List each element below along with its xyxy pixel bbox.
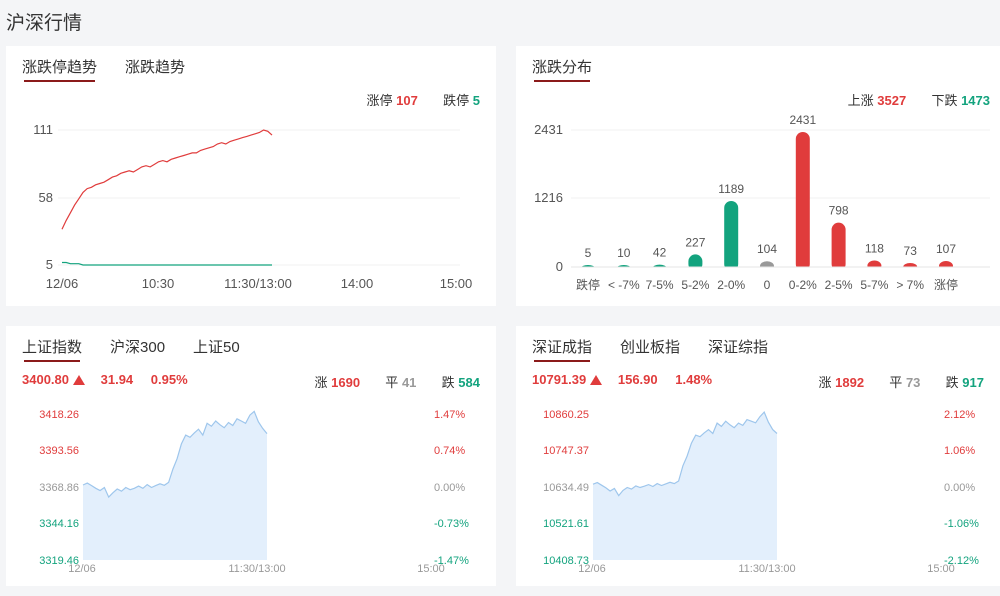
- limit-trend-chart: 111 58 5 12/06 10:30 11:30/13:00 14:00 1…: [33, 122, 473, 291]
- category-label: > 7%: [896, 278, 924, 292]
- bar: [724, 200, 739, 271]
- category-label: 跌停: [576, 277, 600, 292]
- distribution-panel: 涨跌分布 上涨 3527 下跌 1473 2431 1216 0 5 跌停 10 < …: [516, 46, 1000, 306]
- bar-value-label: 104: [757, 242, 777, 256]
- sh-index-panel: 上证指数 沪深300 上证50 3400.80 31.94 0.95% 涨 16…: [6, 326, 496, 586]
- y-tick-top: 2431: [534, 122, 563, 137]
- series-line-0: [61, 129, 273, 230]
- category-label: 0-2%: [789, 278, 817, 292]
- category-label: 7-5%: [646, 278, 674, 292]
- y-tick-bottom: 5: [46, 257, 53, 272]
- x-tick-open: 12/06: [46, 276, 79, 291]
- y-tick-top: 111: [33, 122, 53, 137]
- sz-index-chart: 10860.25 10747.37 10634.49 10521.61 1040…: [543, 409, 979, 575]
- y-tick-mid: 58: [39, 190, 53, 205]
- x-tick-open: 12/06: [68, 563, 96, 575]
- bar-value-label: 118: [865, 241, 884, 255]
- category-label: 2-5%: [825, 278, 853, 292]
- bar-value-label: 10: [617, 246, 631, 260]
- x-tick-close: 15:00: [417, 563, 445, 575]
- left-tick-1: 3418.26: [39, 409, 79, 421]
- distribution-chart: 2431 1216 0 5 跌停 10 < -7% 42 7-5% 227 5-2% 1189 2…: [534, 113, 991, 292]
- bar-value-label: 227: [685, 235, 705, 249]
- bar-value-label: 73: [904, 244, 918, 258]
- right-tick-2: 0.74%: [434, 445, 465, 457]
- left-tick-3: 10634.49: [543, 482, 589, 494]
- index-area: [593, 412, 777, 560]
- category-label: 涨停: [934, 277, 958, 292]
- baseline-mask: [571, 267, 991, 273]
- page-title: 沪深行情: [6, 13, 83, 34]
- category-label: < -7%: [608, 278, 640, 292]
- x-tick-1030: 10:30: [142, 276, 175, 291]
- bar: [795, 132, 810, 271]
- y-tick-bottom: 0: [556, 259, 563, 274]
- bar-value-label: 107: [936, 242, 956, 256]
- left-tick-2: 10747.37: [543, 445, 589, 457]
- category-label: 2-0%: [717, 278, 745, 292]
- right-tick-1: 2.12%: [944, 409, 975, 421]
- limit-trend-panel: 涨跌停趋势 涨跌趋势 涨停 107 跌停 5 111 58 5 12/06 10…: [6, 46, 496, 306]
- bar-value-label: 798: [829, 204, 849, 218]
- right-tick-3: 0.00%: [944, 482, 975, 494]
- right-tick-1: 1.47%: [434, 409, 465, 421]
- x-tick-close: 15:00: [440, 276, 473, 291]
- bar-value-label: 42: [653, 246, 667, 260]
- category-label: 5-7%: [860, 278, 888, 292]
- x-tick-open: 12/06: [578, 563, 606, 575]
- bar-value-label: 5: [585, 246, 592, 260]
- x-tick-1400: 14:00: [341, 276, 374, 291]
- sh-index-chart: 3418.26 3393.56 3368.86 3344.16 3319.46 …: [39, 409, 469, 575]
- index-area: [83, 411, 267, 560]
- left-tick-4: 3344.16: [39, 518, 79, 530]
- series-line-1: [62, 261, 272, 266]
- x-tick-midday: 11:30/13:00: [224, 276, 292, 291]
- bar: [831, 222, 846, 271]
- left-tick-4: 10521.61: [543, 518, 589, 530]
- x-tick-midday: 11:30/13:00: [738, 563, 795, 575]
- bar-value-label: 1189: [718, 182, 744, 196]
- left-tick-2: 3393.56: [39, 445, 79, 457]
- right-tick-4: -1.06%: [944, 518, 979, 530]
- category-label: 5-2%: [681, 278, 709, 292]
- category-label: 0: [764, 278, 771, 292]
- right-tick-4: -0.73%: [434, 518, 469, 530]
- sz-index-panel: 深证成指 创业板指 深证综指 10791.39 156.90 1.48% 涨 1…: [516, 326, 1000, 586]
- bar-value-label: 2431: [789, 113, 816, 127]
- y-tick-mid: 1216: [534, 190, 563, 205]
- x-tick-midday: 11:30/13:00: [228, 563, 285, 575]
- left-tick-1: 10860.25: [543, 409, 589, 421]
- left-tick-3: 3368.86: [39, 482, 79, 494]
- x-tick-close: 15:00: [927, 563, 955, 575]
- right-tick-2: 1.06%: [944, 445, 975, 457]
- right-tick-3: 0.00%: [434, 482, 465, 494]
